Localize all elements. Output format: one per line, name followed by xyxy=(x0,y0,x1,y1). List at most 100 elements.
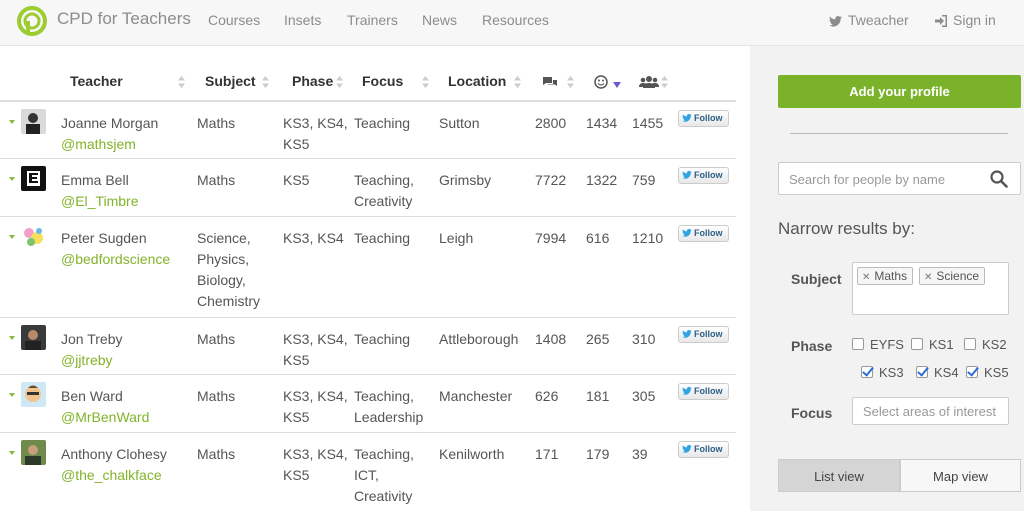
checkbox[interactable] xyxy=(911,338,923,350)
focus-line: Teaching, xyxy=(354,172,414,188)
remove-tag-icon[interactable]: ✕ xyxy=(862,272,870,283)
phase-checkbox-ks4[interactable]: KS4 xyxy=(916,365,959,380)
focus-line: Creativity xyxy=(354,193,413,209)
sort-desc-icon[interactable] xyxy=(613,82,621,88)
row-expand-icon[interactable] xyxy=(9,177,15,181)
teacher-handle[interactable]: @jjtreby xyxy=(61,350,113,371)
teacher-name[interactable]: Joanne Morgan xyxy=(61,113,158,134)
follow-button[interactable]: Follow xyxy=(678,167,729,184)
avatar[interactable] xyxy=(21,224,46,249)
follow-button[interactable]: Follow xyxy=(678,383,729,400)
phase-checkbox-ks5[interactable]: KS5 xyxy=(966,365,1009,380)
nav-insets[interactable]: Insets xyxy=(284,12,321,28)
teacher-name[interactable]: Anthony Clohesy xyxy=(61,444,167,465)
comments-count: 1408 xyxy=(535,331,567,347)
subject-tag[interactable]: ✕ Maths xyxy=(857,267,914,285)
phase-line: KS3, KS4, xyxy=(283,446,348,462)
checkbox-checked[interactable] xyxy=(966,366,978,378)
sort-icon[interactable] xyxy=(262,76,269,88)
teacher-handle[interactable]: @bedfordscience xyxy=(61,249,170,270)
follow-button[interactable]: Follow xyxy=(678,110,729,127)
focus-line: Teaching, xyxy=(354,446,414,462)
checkbox[interactable] xyxy=(964,338,976,350)
comments-icon[interactable] xyxy=(542,76,558,89)
avatar[interactable] xyxy=(21,325,46,350)
avatar[interactable] xyxy=(21,440,46,465)
focus-cell: Teaching xyxy=(354,113,410,134)
subject-tag[interactable]: ✕ Science xyxy=(919,267,986,285)
phase-checkbox-eyfs[interactable]: EYFS xyxy=(852,337,904,352)
sort-icon[interactable] xyxy=(422,76,429,88)
subject-cell: Maths xyxy=(197,444,235,465)
subject-cell: Science, Physics, Biology, Chemistry xyxy=(197,228,260,312)
group-icon[interactable] xyxy=(639,75,659,89)
teacher-handle[interactable]: @mathsjem xyxy=(61,134,136,155)
nav-resources[interactable]: Resources xyxy=(482,12,549,28)
sort-icon[interactable] xyxy=(336,76,343,88)
teacher-name[interactable]: Emma Bell xyxy=(61,170,129,191)
header-focus[interactable]: Focus xyxy=(362,73,403,89)
avatar[interactable] xyxy=(21,166,46,191)
sort-icon[interactable] xyxy=(178,76,185,88)
focus-placeholder: Select areas of interest xyxy=(863,404,996,419)
row-expand-icon[interactable] xyxy=(9,451,15,455)
twitter-icon xyxy=(682,114,692,122)
location-cell: Grimsby xyxy=(439,172,492,188)
teacher-table: Teacher Subject Phase Focus Location Joa… xyxy=(0,46,750,511)
avatar[interactable] xyxy=(21,109,46,134)
logo-icon[interactable] xyxy=(17,6,47,36)
list-view-button[interactable]: List view xyxy=(778,459,900,492)
signin-link[interactable]: Sign in xyxy=(935,12,996,28)
checkbox-checked[interactable] xyxy=(861,366,873,378)
table-row: Joanne Morgan @mathsjem Maths KS3, KS4, K… xyxy=(0,102,736,159)
checkbox[interactable] xyxy=(852,338,864,350)
focus-input[interactable]: Select areas of interest xyxy=(852,397,1009,425)
sign-in-icon xyxy=(935,15,947,27)
search-icon[interactable] xyxy=(990,170,1008,188)
likes-count: 265 xyxy=(586,331,610,347)
follow-button[interactable]: Follow xyxy=(678,225,729,242)
subject-select[interactable]: ✕ Maths ✕ Science xyxy=(852,262,1009,315)
phase-cell: KS3, KS4 xyxy=(283,228,344,249)
nav-news[interactable]: News xyxy=(422,12,457,28)
top-navbar: CPD for Teachers Courses Insets Trainers… xyxy=(0,0,1024,46)
smiley-icon[interactable] xyxy=(594,75,608,89)
checkbox-checked[interactable] xyxy=(916,366,928,378)
phase-checkbox-ks2[interactable]: KS2 xyxy=(964,337,1007,352)
follow-label: Follow xyxy=(694,386,723,396)
remove-tag-icon[interactable]: ✕ xyxy=(924,272,932,283)
header-phase[interactable]: Phase xyxy=(292,73,333,89)
search-input[interactable]: Search for people by name xyxy=(778,162,1021,195)
row-expand-icon[interactable] xyxy=(9,393,15,397)
sort-icon[interactable] xyxy=(661,76,668,88)
signin-label: Sign in xyxy=(953,12,996,28)
brand-name[interactable]: CPD for Teachers xyxy=(57,9,191,29)
focus-line: Teaching, xyxy=(354,388,414,404)
follow-button[interactable]: Follow xyxy=(678,326,729,343)
teacher-handle[interactable]: @the_chalkface xyxy=(61,465,162,486)
tweacher-link[interactable]: Tweacher xyxy=(829,12,909,28)
teacher-handle[interactable]: @MrBenWard xyxy=(61,407,149,428)
header-teacher[interactable]: Teacher xyxy=(70,73,123,89)
add-profile-button[interactable]: Add your profile xyxy=(778,75,1021,108)
teacher-name[interactable]: Jon Treby xyxy=(61,329,122,350)
row-expand-icon[interactable] xyxy=(9,336,15,340)
row-expand-icon[interactable] xyxy=(9,120,15,124)
phase-checkbox-ks3[interactable]: KS3 xyxy=(861,365,904,380)
phase-checkbox-ks1[interactable]: KS1 xyxy=(911,337,954,352)
nav-courses[interactable]: Courses xyxy=(208,12,260,28)
sort-icon[interactable] xyxy=(514,76,521,88)
teacher-name[interactable]: Peter Sugden xyxy=(61,228,147,249)
avatar[interactable] xyxy=(21,382,46,407)
twitter-icon xyxy=(682,330,692,338)
sort-icon[interactable] xyxy=(567,76,574,88)
header-subject[interactable]: Subject xyxy=(205,73,256,89)
row-expand-icon[interactable] xyxy=(9,235,15,239)
nav-trainers[interactable]: Trainers xyxy=(347,12,398,28)
follow-label: Follow xyxy=(694,228,723,238)
teacher-handle[interactable]: @El_Timbre xyxy=(61,191,139,212)
header-location[interactable]: Location xyxy=(448,73,506,89)
follow-button[interactable]: Follow xyxy=(678,441,729,458)
map-view-button[interactable]: Map view xyxy=(900,459,1021,492)
teacher-name[interactable]: Ben Ward xyxy=(61,386,123,407)
